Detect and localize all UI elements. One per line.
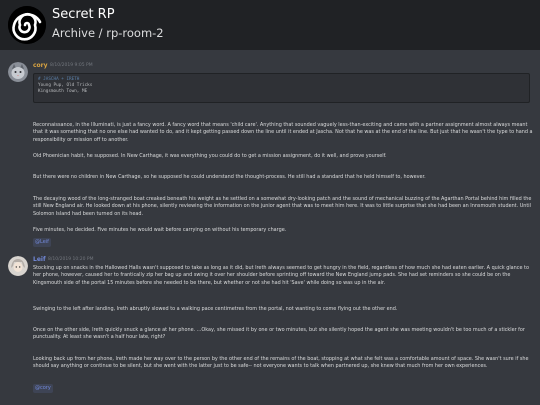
author-name[interactable]: cory: [33, 62, 48, 69]
avatar-leif[interactable]: [8, 256, 28, 276]
message-paragraph: Five minutes, he decided. Five minutes h…: [33, 227, 287, 233]
character-avatar-icon: [8, 256, 28, 276]
message-paragraph: But there were no children in New Cartha…: [33, 174, 426, 180]
spiral-logo-icon: [8, 6, 46, 44]
channel-header: Secret RP Archive / rp-room-2: [0, 0, 540, 50]
message-paragraph: The decaying wood of the long-stranged b…: [33, 196, 532, 217]
author-name[interactable]: Leif: [33, 256, 46, 263]
message-paragraph: Reconnaissance, in the Illuminati, is ju…: [33, 122, 533, 143]
message-paragraph: Once on the other side, Ireth quickly sn…: [33, 327, 525, 341]
user-mention[interactable]: @Leif: [33, 238, 51, 247]
timestamp: 8/10/2019 9:05 PM: [50, 63, 93, 68]
message-paragraph: Stocking up on snacks in the Hallowed Ha…: [33, 265, 529, 286]
message-paragraph: Looking back up from her phone, Ireth ma…: [33, 356, 529, 370]
server-name: Secret RP: [52, 7, 115, 22]
avatar-cory[interactable]: [8, 62, 28, 82]
message-paragraph: Swinging to the left after landing, Iret…: [33, 306, 398, 312]
server-icon[interactable]: [8, 6, 46, 44]
channel-breadcrumb: Archive / rp-room-2: [52, 26, 164, 40]
code-block: # JASCHA + IRETH Young Pup, Old Tricks K…: [33, 73, 530, 103]
code-line: Kingsmouth Town, ME: [38, 89, 88, 95]
cat-avatar-icon: [8, 62, 28, 82]
timestamp: 8/10/2019 10:20 PM: [48, 257, 94, 262]
user-mention[interactable]: @cory: [33, 384, 53, 393]
message-paragraph: Old Phoenician habit, he supposed. In Ne…: [33, 153, 387, 159]
